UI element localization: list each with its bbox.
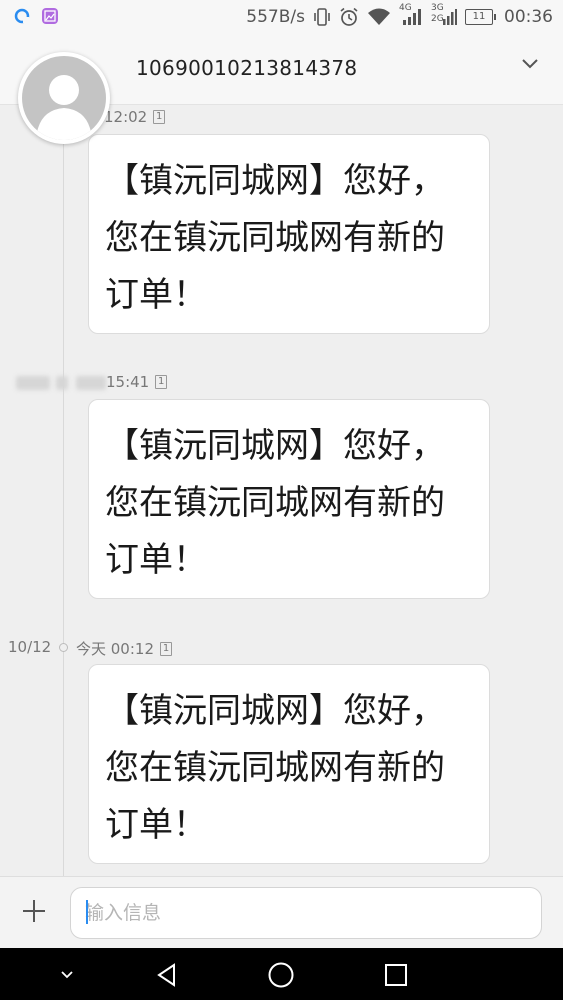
- plus-icon: [23, 900, 45, 922]
- clock: 00:36: [504, 7, 553, 27]
- wifi-icon: [368, 8, 390, 25]
- recents-button[interactable]: [381, 960, 411, 990]
- signal-3g2g-icon: 3G 2G: [431, 3, 457, 27]
- signal-4g-icon: 4G: [399, 3, 423, 27]
- alarm-icon: [340, 7, 358, 26]
- attach-button[interactable]: [14, 891, 54, 931]
- message-bubble[interactable]: 【镇沅同城网】您好，您在镇沅同城网有新的订单！: [88, 664, 490, 864]
- hide-keyboard-button[interactable]: [52, 960, 82, 990]
- contact-avatar[interactable]: [18, 52, 110, 144]
- contact-number[interactable]: 10690010213814378: [136, 56, 357, 80]
- date-label: 10/12: [8, 638, 52, 656]
- redacted-dot: [56, 376, 68, 390]
- message-time-text: 今天 00:12: [76, 640, 154, 658]
- battery-icon: 11: [465, 9, 496, 25]
- message-time: 15:41 1: [106, 373, 168, 391]
- message-time: 今天 00:12 1: [76, 638, 172, 659]
- message-text: 【镇沅同城网】您好，您在镇沅同城网有新的订单！: [105, 161, 445, 315]
- timeline-dot: [59, 643, 68, 652]
- vibrate-icon: [314, 8, 330, 26]
- navigation-bar: [0, 948, 563, 1000]
- message-bubble[interactable]: 【镇沅同城网】您好，您在镇沅同城网有新的订单！: [88, 134, 490, 334]
- sim-card-icon: 1: [160, 641, 172, 656]
- message-time: 12:02 1: [104, 108, 166, 126]
- text-cursor: [86, 900, 88, 924]
- browser-notification-icon: [14, 8, 30, 24]
- sim-card-icon: 1: [153, 110, 166, 124]
- compose-bar: [0, 876, 563, 949]
- recents-square-icon: [385, 964, 407, 986]
- sms-conversation-screen: 557B/s 4G 3G 2G 11 00:36 106900102138143…: [0, 0, 563, 1000]
- message-input[interactable]: [70, 887, 542, 939]
- home-button[interactable]: [266, 960, 296, 990]
- home-circle-icon: [268, 962, 294, 988]
- network-speed: 557B/s: [246, 7, 305, 27]
- redacted-date: [16, 376, 50, 390]
- notification-icons: [14, 8, 58, 24]
- message-text: 【镇沅同城网】您好，您在镇沅同城网有新的订单！: [105, 691, 445, 845]
- chevron-down-icon[interactable]: [521, 58, 539, 70]
- redacted-prefix: [76, 376, 106, 390]
- timeline-line: [63, 104, 64, 880]
- message-bubble[interactable]: 【镇沅同城网】您好，您在镇沅同城网有新的订单！: [88, 399, 490, 599]
- message-time-text: 12:02: [104, 108, 148, 126]
- chevron-down-icon: [61, 971, 73, 979]
- status-bar: 557B/s 4G 3G 2G 11 00:36: [0, 0, 563, 36]
- battery-level: 11: [465, 9, 493, 25]
- default-person-icon: [22, 56, 106, 140]
- system-status: 557B/s 4G 3G 2G 11 00:36: [246, 3, 553, 27]
- back-button[interactable]: [152, 960, 182, 990]
- gallery-notification-icon: [42, 8, 58, 24]
- back-triangle-icon: [157, 963, 175, 987]
- message-time-text: 15:41: [106, 373, 150, 391]
- sim-card-icon: 1: [155, 375, 168, 389]
- message-text: 【镇沅同城网】您好，您在镇沅同城网有新的订单！: [105, 426, 445, 580]
